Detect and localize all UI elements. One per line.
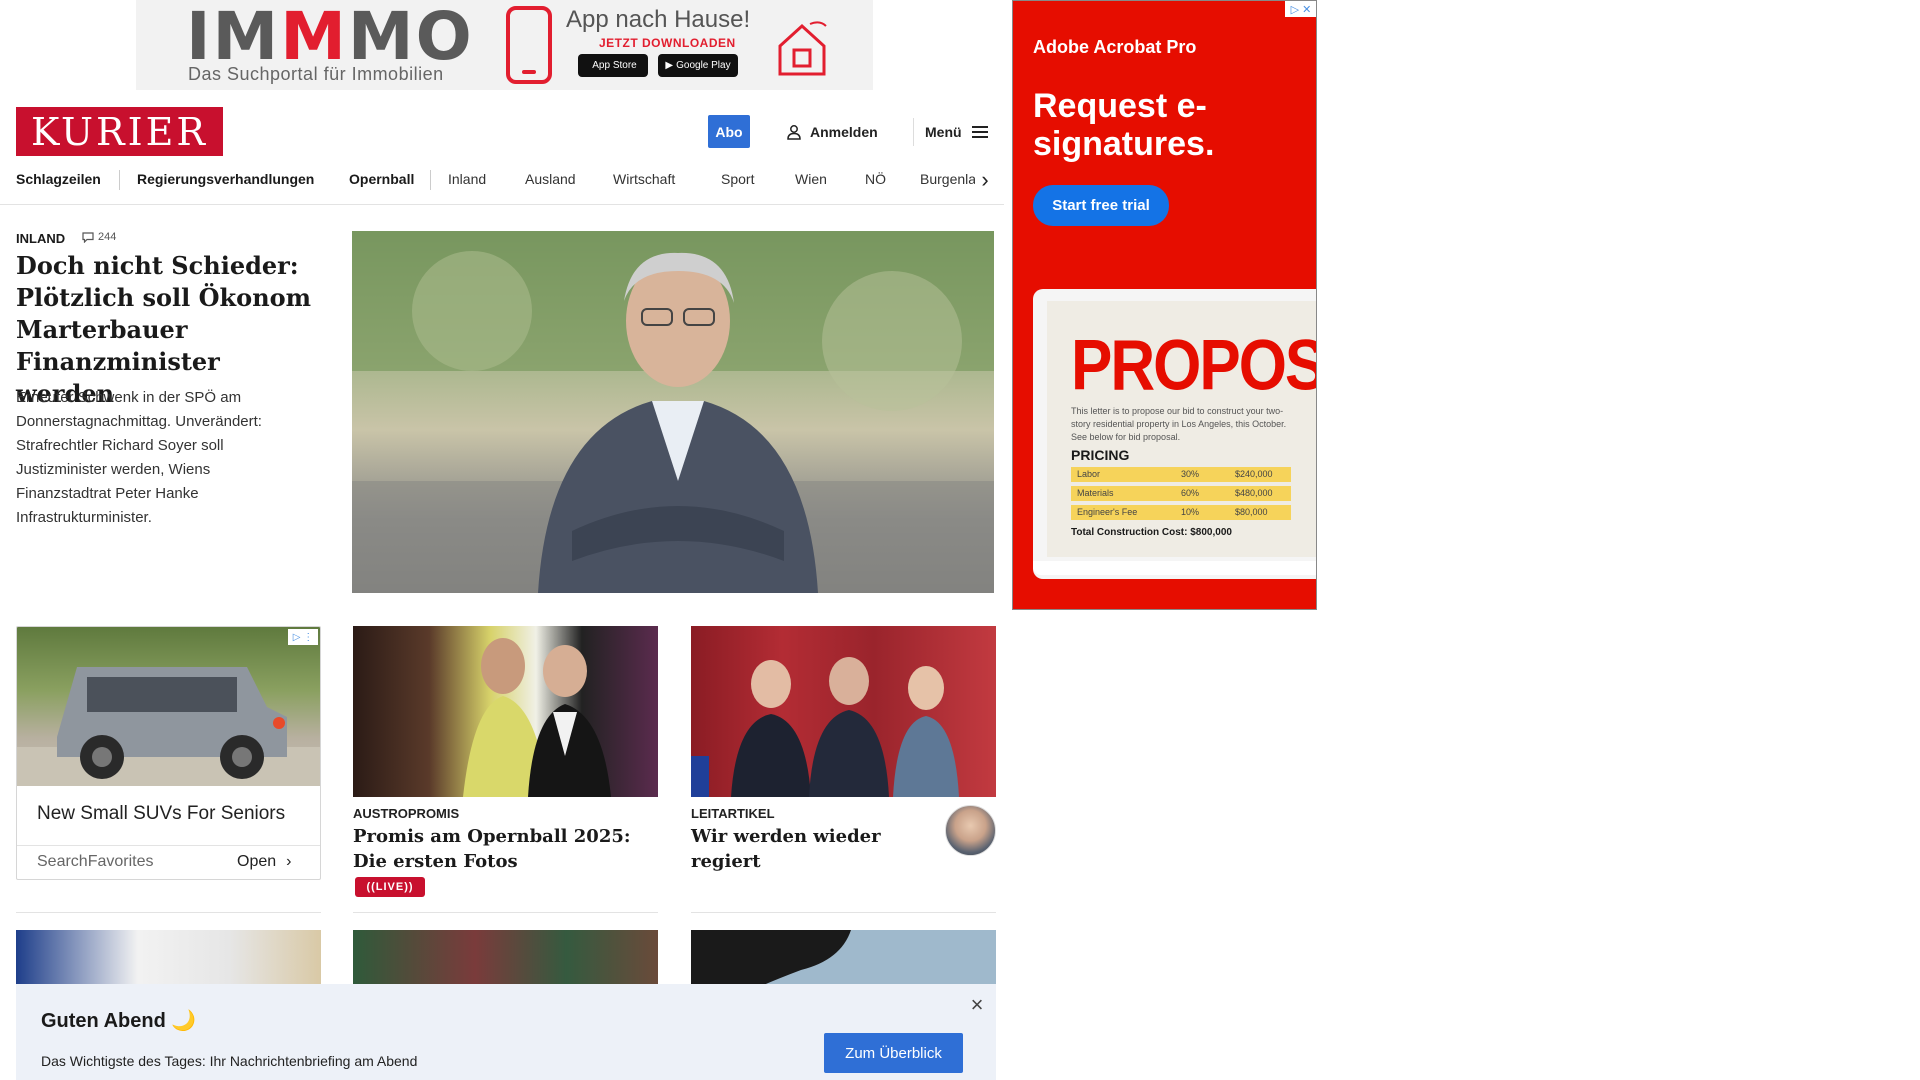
ad-headline: Request e-signatures. xyxy=(1033,87,1215,163)
login-button[interactable]: Anmelden xyxy=(786,120,878,144)
nav-separator xyxy=(119,170,120,190)
briefing-banner: Guten Abend 🌙 Das Wichtigste des Tages: … xyxy=(16,984,996,1080)
sponsored-card[interactable]: ▷ ⋮ New Small SUVs For Seniors SearchFav… xyxy=(16,626,321,880)
laptop-base xyxy=(1033,561,1316,575)
nav-item-burgenland[interactable]: Burgenla xyxy=(920,171,976,187)
open-label: Open xyxy=(237,853,277,870)
article-headline[interactable]: Wir werden wieder regiert xyxy=(691,824,931,874)
login-label: Anmelden xyxy=(810,124,878,140)
comment-icon xyxy=(82,231,94,243)
skyscraper-ad[interactable]: ▷ ✕ Adobe Acrobat Pro Request e-signatur… xyxy=(1012,0,1317,610)
doc-title: PROPOSAL xyxy=(1071,326,1317,406)
nav-item-ausland[interactable]: Ausland xyxy=(525,171,576,187)
start-free-trial-button[interactable]: Start free trial xyxy=(1033,185,1169,226)
proposal-document: PROPOSAL This letter is to propose our b… xyxy=(1047,301,1317,557)
card-divider xyxy=(17,845,320,846)
doc-pricing-label: PRICING xyxy=(1071,447,1130,463)
lead-image[interactable] xyxy=(352,231,994,593)
car-illustration xyxy=(17,667,320,786)
government-photo xyxy=(691,657,959,797)
nav-item-schlagzeilen[interactable]: Schlagzeilen xyxy=(16,171,101,187)
author-avatar[interactable] xyxy=(945,805,996,856)
row-divider xyxy=(691,912,996,913)
lead-teaser: Erneuter Schwenk in der SPÖ am Donnersta… xyxy=(16,389,262,526)
kurier-logo[interactable]: KURIER xyxy=(16,107,223,156)
row-divider xyxy=(16,912,321,913)
live-badge: (( LIVE )) xyxy=(355,877,425,897)
pricing-row: Labor 30% $240,000 xyxy=(1071,467,1291,482)
nav-item-inland[interactable]: Inland xyxy=(448,171,486,187)
adchoices-icon[interactable]: ▷ ⋮ xyxy=(288,629,318,645)
pricing-row: Engineer's Fee 10% $80,000 xyxy=(1071,505,1291,520)
ad-brand: Adobe Acrobat Pro xyxy=(1033,37,1197,57)
nav-item-wirtschaft[interactable]: Wirtschaft xyxy=(613,171,675,187)
nav-item-noe[interactable]: NÖ xyxy=(865,171,886,187)
article-image-promis[interactable] xyxy=(353,626,658,797)
user-icon xyxy=(787,125,801,140)
play-icon: ▶ xyxy=(665,60,674,71)
ad-tagline: Das Suchportal für Immobilien xyxy=(188,64,444,84)
sponsored-card-image: ▷ ⋮ xyxy=(17,627,320,786)
nav-item-sport[interactable]: Sport xyxy=(721,171,754,187)
top-banner-ad[interactable]: IMMMO Das Suchportal für Immobilien App … xyxy=(136,0,873,90)
ad-title: App nach Hause! xyxy=(566,6,751,33)
doc-body: This letter is to propose our bid to con… xyxy=(1071,406,1287,442)
google-play-badge[interactable]: ▶ Google Play xyxy=(658,54,738,77)
sponsored-open-button[interactable]: Open › xyxy=(237,853,291,871)
row-divider xyxy=(353,912,658,913)
briefing-text: Das Wichtigste des Tages: Ihr Nachrichte… xyxy=(41,1053,418,1069)
article-kicker[interactable]: AUSTROPROMIS xyxy=(353,806,459,821)
nav-divider xyxy=(0,204,1004,205)
abo-button[interactable]: Abo xyxy=(708,115,750,148)
sponsored-card-source: SearchFavorites xyxy=(37,853,154,870)
menu-label: Menü xyxy=(925,124,962,140)
nav-separator xyxy=(430,170,431,190)
smartphone-icon xyxy=(506,6,552,84)
hamburger-icon xyxy=(971,126,988,138)
section-nav: Schlagzeilen Regierungsverhandlungen Ope… xyxy=(16,165,990,195)
nav-item-opernball[interactable]: Opernball xyxy=(349,171,414,187)
article-image-leitartikel[interactable] xyxy=(691,626,996,797)
nav-item-wien[interactable]: Wien xyxy=(795,171,827,187)
article-kicker[interactable]: LEITARTIKEL xyxy=(691,806,775,821)
nav-item-regierungsverhandlungen[interactable]: Regierungsverhandlungen xyxy=(137,171,314,187)
lead-section-label[interactable]: INLAND xyxy=(16,231,65,246)
chevron-right-icon: › xyxy=(286,853,292,870)
chevron-right-icon[interactable]: › xyxy=(975,167,995,192)
adchoices-icon[interactable]: ▷ ✕ xyxy=(1285,1,1316,17)
doc-total: Total Construction Cost: $800,000 xyxy=(1071,527,1232,538)
house-icon xyxy=(778,21,827,76)
header-divider xyxy=(913,118,914,146)
comment-count-value: 244 xyxy=(98,231,117,243)
article-headline[interactable]: Promis am Opernball 2025: Die ersten Fot… xyxy=(353,824,653,874)
briefing-overview-button[interactable]: Zum Überblick xyxy=(824,1033,963,1073)
pricing-row: Materials 60% $480,000 xyxy=(1071,486,1291,501)
sponsored-card-title[interactable]: New Small SUVs For Seniors xyxy=(37,803,285,825)
app-store-badge[interactable]: App Store xyxy=(578,54,648,77)
lead-photo-portrait xyxy=(352,231,994,593)
comment-count[interactable]: 244 xyxy=(82,231,116,243)
briefing-title: Guten Abend 🌙 xyxy=(41,1010,197,1032)
close-icon[interactable]: × xyxy=(966,994,988,1016)
opera-ball-photo xyxy=(463,638,611,797)
menu-button[interactable]: Menü xyxy=(925,120,988,144)
immmo-logo: IMMMO xyxy=(186,0,474,75)
ad-cta: JETZT DOWNLOADEN xyxy=(599,36,736,50)
